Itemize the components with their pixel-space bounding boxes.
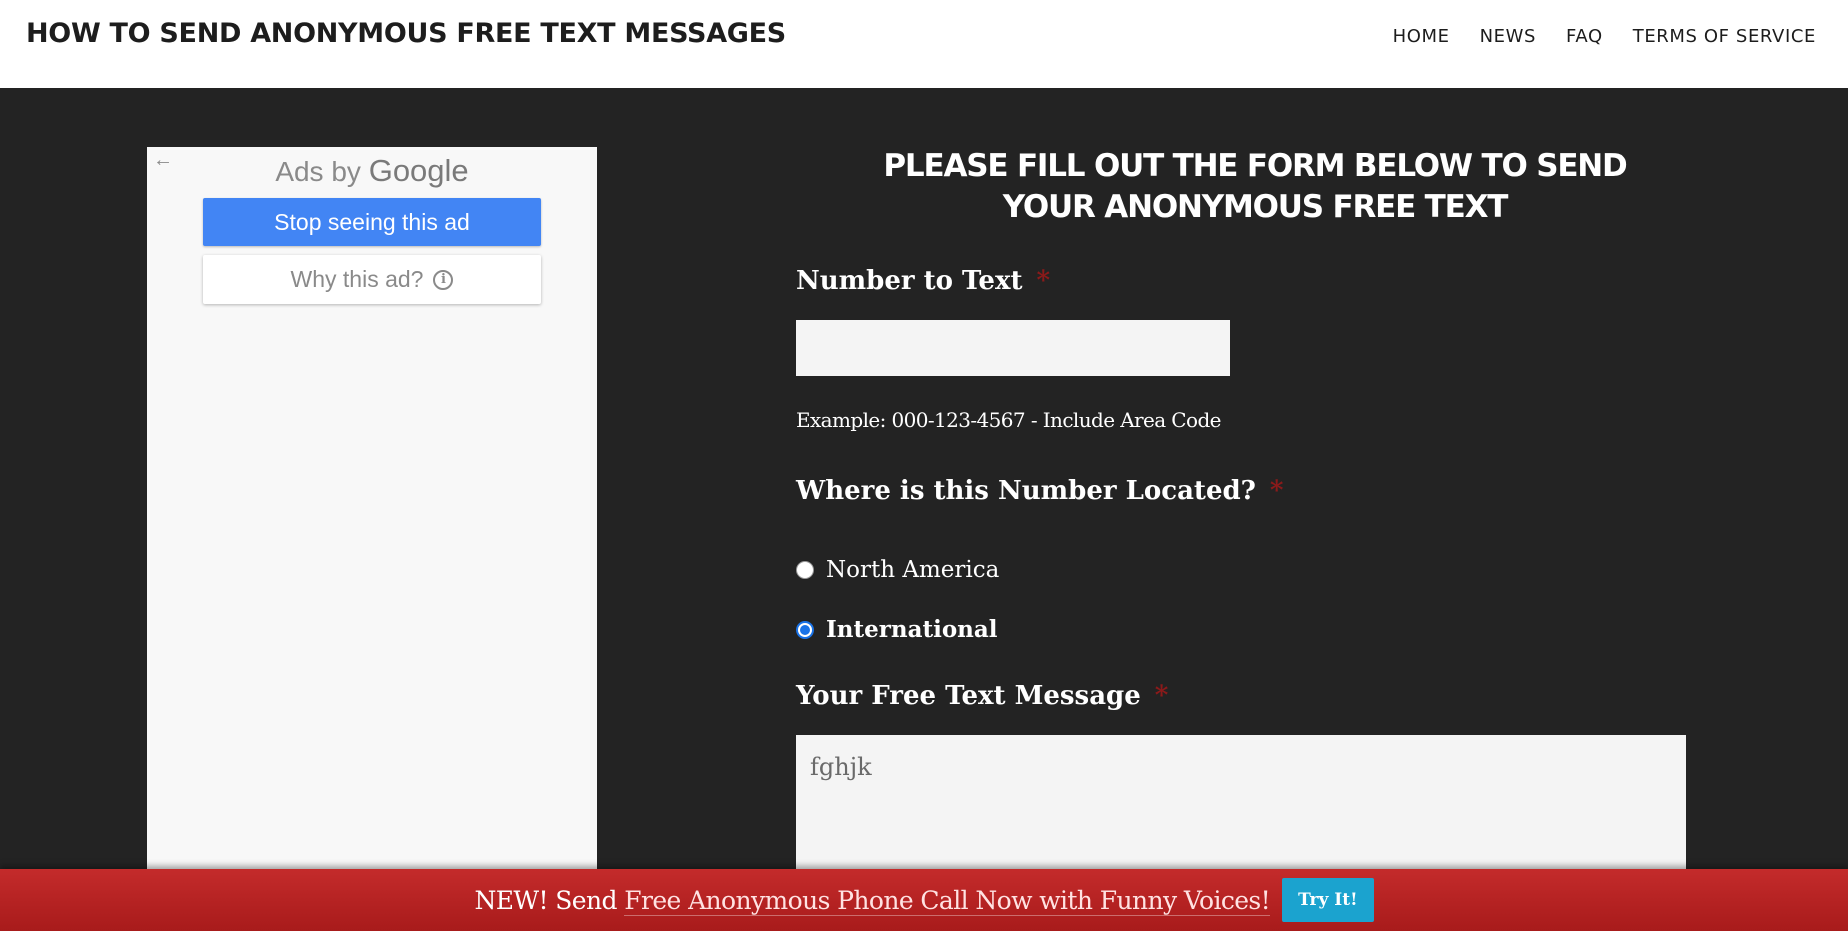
nav-home-link[interactable]: HOME [1393,26,1450,47]
required-star: * [1154,681,1169,711]
form-heading: PLEASE FILL OUT THE FORM BELOW TO SEND Y… [883,148,1627,225]
message-textarea[interactable]: fghjk [796,735,1686,875]
promo-bar: NEW! Send Free Anonymous Phone Call Now … [0,869,1848,931]
site-header: HOW TO SEND ANONYMOUS FREE TEXT MESSAGES… [0,0,1848,88]
number-hint: Example: 000-123-4567 - Include Area Cod… [796,408,1222,432]
required-star: * [1036,266,1051,296]
main-nav: HOME NEWS FAQ TERMS OF SERVICE [1393,26,1816,47]
radio-north-america[interactable]: North America [796,557,999,583]
try-it-button[interactable]: Try It! [1282,878,1374,922]
google-wordmark: Google [368,153,469,188]
required-star: * [1269,476,1284,506]
radio-button-selected[interactable] [796,620,814,639]
ads-by-google-label: Ads by Google [147,153,597,189]
location-label-text: Where is this Number Located? [796,476,1256,506]
promo-new-label: NEW! [474,885,548,915]
promo-highlight-link[interactable]: Free Anonymous Phone Call Now with Funny… [624,885,1271,916]
stop-seeing-ad-label: Stop seeing this ad [274,208,470,235]
number-to-text-label-text: Number to Text [796,266,1023,296]
promo-send-label: Send [555,885,617,915]
info-icon: i [433,269,454,290]
radio-international[interactable]: International [796,616,998,643]
number-to-text-input[interactable] [796,320,1230,376]
nav-news-link[interactable]: NEWS [1480,26,1536,47]
ad-panel: ← Ads by Google Stop seeing this ad Why … [147,147,597,869]
why-this-ad-label: Why this ad? [290,266,424,292]
stop-seeing-ad-button[interactable]: Stop seeing this ad [203,198,541,246]
site-title[interactable]: HOW TO SEND ANONYMOUS FREE TEXT MESSAGES [26,18,786,49]
message-label-text: Your Free Text Message [796,681,1141,711]
number-to-text-label: Number to Text * [796,266,1050,296]
ads-by-prefix: Ads by [275,156,361,187]
why-this-ad-button[interactable]: Why this ad? i [203,255,541,304]
nav-terms-link[interactable]: TERMS OF SERVICE [1633,26,1816,47]
radio-north-america-label[interactable]: North America [826,557,999,583]
radio-international-label[interactable]: International [826,616,998,643]
promo-text[interactable]: NEW! Send Free Anonymous Phone Call Now … [474,885,1271,916]
nav-faq-link[interactable]: FAQ [1566,26,1603,47]
radio-button[interactable] [796,561,814,579]
message-label: Your Free Text Message * [796,681,1168,711]
location-label: Where is this Number Located? * [796,476,1284,506]
